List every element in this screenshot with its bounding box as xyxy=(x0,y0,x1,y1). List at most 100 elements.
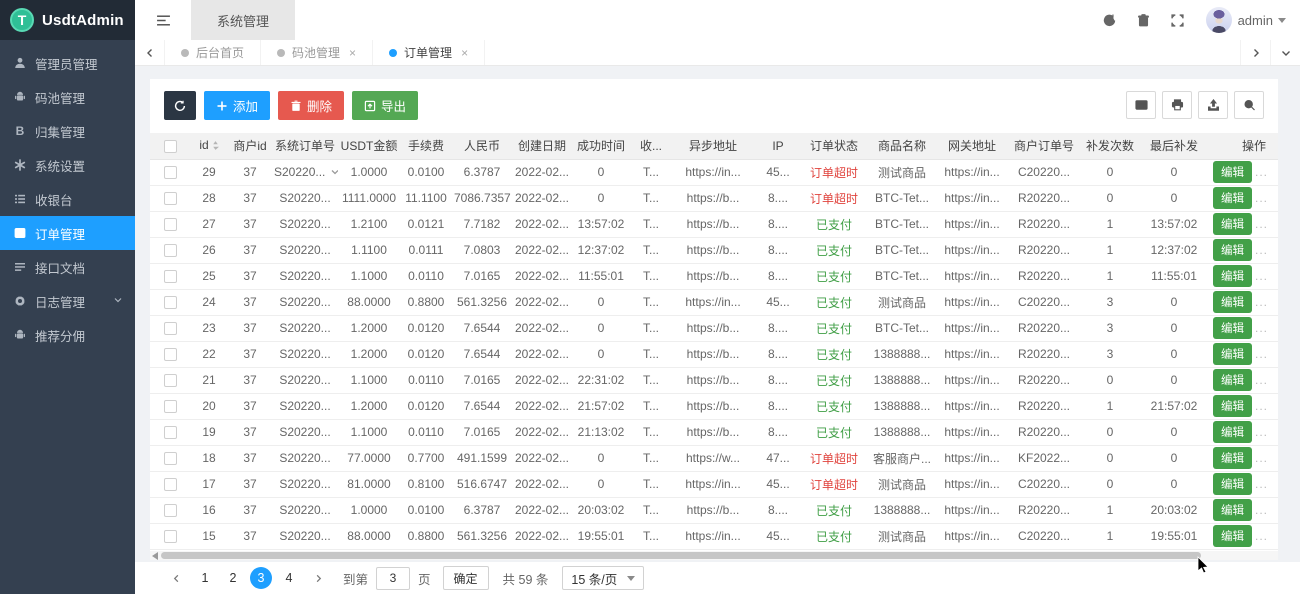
cell-usdt: 1.0000 xyxy=(338,159,400,185)
more-actions[interactable]: ... xyxy=(1255,217,1268,231)
scrollbar-thumb[interactable] xyxy=(161,552,1201,559)
export-button[interactable]: 导出 xyxy=(352,91,418,120)
add-button[interactable]: 添加 xyxy=(204,91,270,120)
close-icon[interactable]: × xyxy=(461,46,468,60)
jump-page-input[interactable] xyxy=(376,567,410,590)
columns-icon[interactable] xyxy=(1126,91,1156,119)
chevron-down-icon[interactable] xyxy=(330,165,338,179)
row-checkbox[interactable] xyxy=(164,452,177,465)
edit-button[interactable]: 编辑 xyxy=(1213,421,1252,443)
cell-actions: 编辑... xyxy=(1210,315,1278,341)
edit-button[interactable]: 编辑 xyxy=(1213,317,1252,339)
sidebar-item-4[interactable]: 收银台 xyxy=(0,182,135,216)
confirm-page-button[interactable]: 确定 xyxy=(443,566,489,590)
page-number-1[interactable]: 1 xyxy=(194,567,216,589)
edit-button[interactable]: 编辑 xyxy=(1213,473,1252,495)
row-checkbox[interactable] xyxy=(164,166,177,179)
next-page-icon[interactable] xyxy=(307,567,329,589)
sidebar-item-1[interactable]: 码池管理 xyxy=(0,80,135,114)
fullscreen-icon[interactable] xyxy=(1164,0,1192,40)
delete-button[interactable]: 删除 xyxy=(278,91,344,120)
sidebar-item-8[interactable]: 推荐分佣 xyxy=(0,318,135,352)
tabs-scroll-right-icon[interactable] xyxy=(1240,40,1270,65)
more-actions[interactable]: ... xyxy=(1255,191,1268,205)
select-all-checkbox[interactable] xyxy=(164,140,177,153)
refresh-table-button[interactable] xyxy=(164,91,196,120)
page-number-4[interactable]: 4 xyxy=(278,567,300,589)
row-checkbox[interactable] xyxy=(164,530,177,543)
row-checkbox[interactable] xyxy=(164,270,177,283)
edit-button[interactable]: 编辑 xyxy=(1213,369,1252,391)
breadcrumb-tab-0[interactable]: 后台首页 xyxy=(165,40,261,65)
sort-icon[interactable] xyxy=(212,140,219,154)
cell-created: 2022-02... xyxy=(512,523,572,549)
row-checkbox[interactable] xyxy=(164,296,177,309)
edit-button[interactable]: 编辑 xyxy=(1213,525,1252,547)
row-checkbox[interactable] xyxy=(164,400,177,413)
edit-button[interactable]: 编辑 xyxy=(1213,499,1252,521)
collapse-menu-icon[interactable] xyxy=(135,0,191,40)
prev-page-icon[interactable] xyxy=(165,567,187,589)
more-actions[interactable]: ... xyxy=(1255,503,1268,517)
more-actions[interactable]: ... xyxy=(1255,477,1268,491)
search-icon[interactable] xyxy=(1234,91,1264,119)
breadcrumb-tab-2[interactable]: 订单管理× xyxy=(373,40,485,65)
cell-id: 26 xyxy=(190,237,228,263)
row-checkbox[interactable] xyxy=(164,478,177,491)
avatar[interactable] xyxy=(1206,7,1232,33)
row-checkbox[interactable] xyxy=(164,504,177,517)
page-number-3[interactable]: 3 xyxy=(250,567,272,589)
user-menu[interactable]: admin xyxy=(1238,13,1290,28)
tabs-scroll-left-icon[interactable] xyxy=(135,40,165,65)
more-actions[interactable]: ... xyxy=(1255,295,1268,309)
more-actions[interactable]: ... xyxy=(1255,243,1268,257)
row-checkbox[interactable] xyxy=(164,244,177,257)
page-size-select[interactable]: 15 条/页 xyxy=(562,566,644,590)
more-actions[interactable]: ... xyxy=(1255,399,1268,413)
sidebar-item-3[interactable]: 系统设置 xyxy=(0,148,135,182)
edit-button[interactable]: 编辑 xyxy=(1213,447,1252,469)
horizontal-scrollbar[interactable] xyxy=(150,551,1278,560)
edit-button[interactable]: 编辑 xyxy=(1213,239,1252,261)
tabs-menu-icon[interactable] xyxy=(1270,40,1300,65)
more-actions[interactable]: ... xyxy=(1255,373,1268,387)
edit-button[interactable]: 编辑 xyxy=(1213,213,1252,235)
cell-merchant_id: 37 xyxy=(228,263,272,289)
edit-button[interactable]: 编辑 xyxy=(1213,265,1252,287)
refresh-icon[interactable] xyxy=(1096,0,1124,40)
row-checkbox[interactable] xyxy=(164,374,177,387)
edit-button[interactable]: 编辑 xyxy=(1213,187,1252,209)
edit-button[interactable]: 编辑 xyxy=(1213,161,1252,183)
close-icon[interactable]: × xyxy=(349,46,356,60)
page-number-2[interactable]: 2 xyxy=(222,567,244,589)
more-actions[interactable]: ... xyxy=(1255,321,1268,335)
column-header[interactable]: id xyxy=(190,133,228,159)
cell-created: 2022-02... xyxy=(512,315,572,341)
upload-icon[interactable] xyxy=(1198,91,1228,119)
edit-button[interactable]: 编辑 xyxy=(1213,395,1252,417)
more-actions[interactable]: ... xyxy=(1255,347,1268,361)
more-actions[interactable]: ... xyxy=(1255,529,1268,543)
edit-button[interactable]: 编辑 xyxy=(1213,291,1252,313)
more-actions[interactable]: ... xyxy=(1255,451,1268,465)
row-checkbox[interactable] xyxy=(164,426,177,439)
row-checkbox[interactable] xyxy=(164,348,177,361)
select-all-header[interactable] xyxy=(150,133,190,159)
row-checkbox[interactable] xyxy=(164,322,177,335)
sidebar-item-0[interactable]: 管理员管理 xyxy=(0,46,135,80)
sidebar-item-7[interactable]: 日志管理 xyxy=(0,284,135,318)
sidebar-item-6[interactable]: 接口文档 xyxy=(0,250,135,284)
scroll-left-arrow-icon[interactable] xyxy=(152,552,158,560)
more-actions[interactable]: ... xyxy=(1255,269,1268,283)
breadcrumb-tab-1[interactable]: 码池管理× xyxy=(261,40,373,65)
sidebar-item-2[interactable]: B归集管理 xyxy=(0,114,135,148)
print-icon[interactable] xyxy=(1162,91,1192,119)
row-checkbox[interactable] xyxy=(164,192,177,205)
sidebar-item-5[interactable]: 订单管理 xyxy=(0,216,135,250)
top-nav-tab-system[interactable]: 系统管理 xyxy=(191,0,295,40)
row-checkbox[interactable] xyxy=(164,218,177,231)
more-actions[interactable]: ... xyxy=(1255,425,1268,439)
more-actions[interactable]: ... xyxy=(1255,165,1268,179)
edit-button[interactable]: 编辑 xyxy=(1213,343,1252,365)
trash-icon[interactable] xyxy=(1130,0,1158,40)
